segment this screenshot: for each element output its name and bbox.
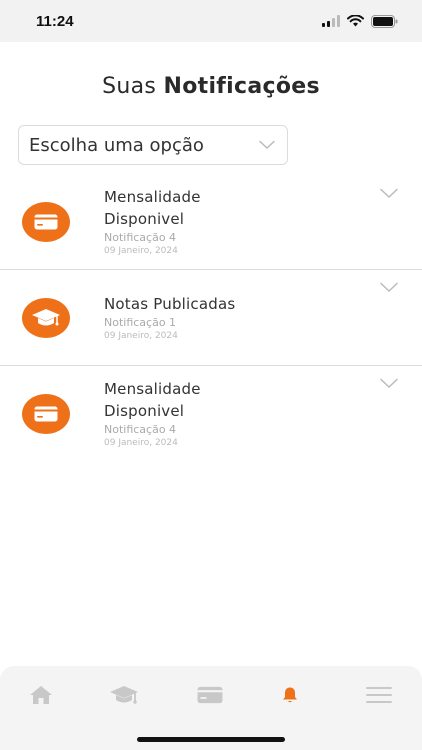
notification-title-line2: Disponivel	[104, 210, 185, 228]
signal-icon	[322, 15, 340, 27]
tab-bar	[0, 666, 422, 750]
bell-icon	[283, 687, 297, 703]
credit-card-icon	[34, 406, 58, 422]
status-bar: 11:24	[0, 0, 422, 42]
chevron-down-icon[interactable]	[380, 188, 398, 199]
notification-text: Mensalidade Disponivel Notificação 4 09 …	[104, 186, 201, 258]
chevron-down-icon[interactable]	[380, 282, 398, 293]
filter-select-label: Escolha uma opção	[29, 134, 204, 156]
notification-subtitle: Notificação 4	[104, 423, 177, 436]
status-icons	[322, 14, 398, 28]
wifi-icon	[347, 15, 364, 27]
menu-icon	[366, 687, 392, 703]
page-title-regular: Suas	[102, 74, 164, 99]
tab-payments[interactable]	[190, 680, 230, 710]
status-time: 11:24	[36, 12, 74, 30]
notification-title: Mensalidade	[104, 188, 201, 206]
notification-item[interactable]: Mensalidade Disponivel Notificação 4 09 …	[0, 180, 422, 270]
tab-notifications[interactable]	[270, 680, 310, 710]
notification-title-line2: Disponivel	[104, 402, 185, 420]
notification-title: Mensalidade	[104, 380, 201, 398]
chevron-down-icon[interactable]	[380, 378, 398, 389]
tab-home[interactable]	[21, 680, 61, 710]
graduation-cap-icon	[110, 686, 138, 704]
tab-menu[interactable]	[359, 680, 399, 710]
notification-icon-circle	[22, 394, 70, 434]
battery-icon	[371, 14, 398, 28]
credit-card-icon	[197, 686, 223, 704]
notification-icon-circle	[22, 202, 70, 242]
graduation-cap-icon	[32, 309, 60, 326]
notification-date: 09 Janeiro, 2024	[104, 331, 178, 341]
notification-text: Notas Publicadas Notificação 1 09 Janeir…	[104, 293, 235, 343]
home-indicator[interactable]	[137, 737, 285, 742]
notification-subtitle: Notificação 4	[104, 231, 177, 244]
page-title-bold: Notificações	[163, 74, 320, 99]
notification-item[interactable]: Notas Publicadas Notificação 1 09 Janeir…	[0, 270, 422, 366]
notification-icon-circle	[22, 298, 70, 338]
credit-card-icon	[34, 214, 58, 230]
filter-select[interactable]: Escolha uma opção	[18, 125, 288, 165]
page-title: Suas Notificações	[0, 74, 422, 99]
tab-grades[interactable]	[104, 680, 144, 710]
notification-text: Mensalidade Disponivel Notificação 4 09 …	[104, 378, 201, 450]
notification-title: Notas Publicadas	[104, 295, 236, 313]
notification-subtitle: Notificação 1	[104, 316, 177, 329]
home-icon	[30, 686, 52, 704]
notification-item[interactable]: Mensalidade Disponivel Notificação 4 09 …	[0, 366, 422, 460]
chevron-down-icon	[259, 140, 275, 150]
notification-date: 09 Janeiro, 2024	[104, 246, 178, 256]
notification-date: 09 Janeiro, 2024	[104, 438, 178, 448]
